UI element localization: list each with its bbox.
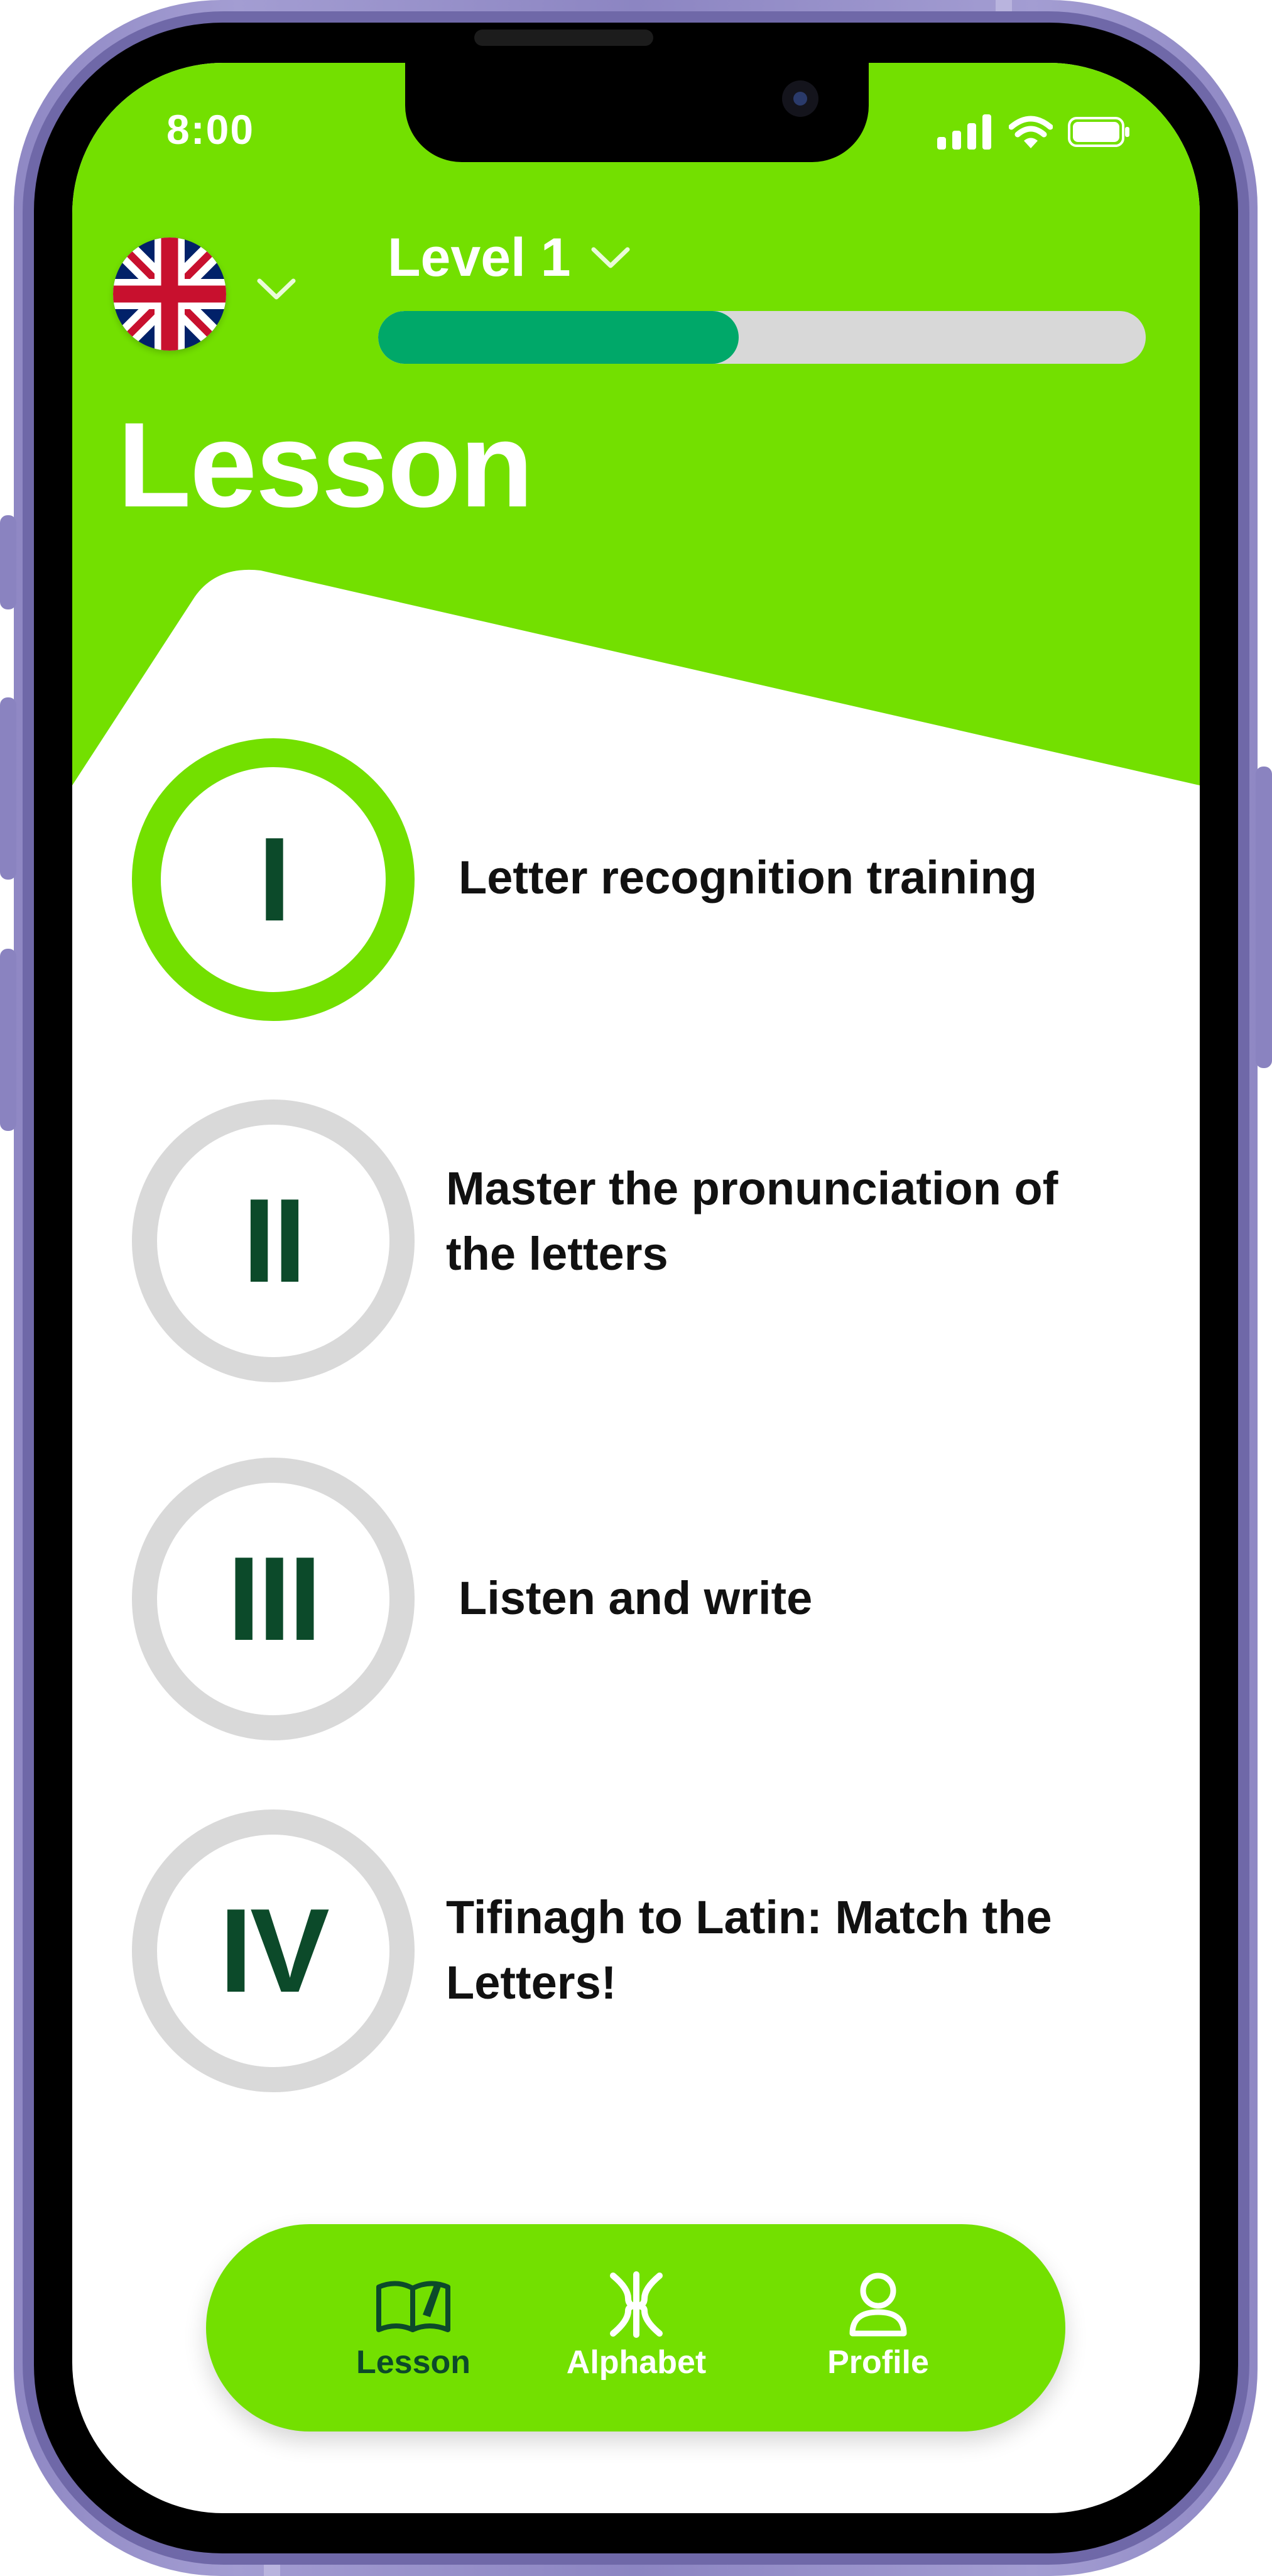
app-screen: 8:00 Level 1 Lesson I Letter recognition…: [72, 63, 1200, 2513]
silent-switch: [0, 515, 16, 609]
nav-label: Lesson: [356, 2344, 471, 2381]
nav-label: Profile: [827, 2344, 929, 2381]
lesson-item-1[interactable]: I Letter recognition training: [132, 738, 1187, 1021]
lesson-numeral: IV: [219, 1884, 330, 2017]
front-camera: [782, 80, 818, 117]
lesson-numeral: II: [242, 1174, 307, 1307]
chevron-down-icon: [591, 247, 630, 268]
lesson-label: Master the pronunciation of the letters: [446, 1162, 1058, 1280]
page-title: Lesson: [117, 397, 533, 532]
earpiece-speaker: [474, 30, 653, 46]
notch: [405, 63, 869, 162]
lesson-badge[interactable]: I: [132, 738, 415, 1021]
lesson-badge[interactable]: II: [132, 1100, 415, 1382]
status-time: 8:00: [166, 106, 255, 153]
nav-item-alphabet[interactable]: Alphabet: [555, 2269, 718, 2381]
nav-item-profile[interactable]: Profile: [796, 2269, 960, 2381]
nav-item-lesson[interactable]: Lesson: [332, 2269, 495, 2381]
lesson-item-4[interactable]: IV Tifinagh to Latin: Match the Letters!: [132, 1809, 1187, 2092]
level-progress-bar: [378, 311, 1146, 364]
level-label: Level 1: [388, 227, 571, 288]
cellular-signal-icon: [937, 114, 991, 150]
volume-up-button: [0, 697, 16, 880]
chevron-down-icon[interactable]: [254, 273, 298, 305]
antenna-band-top: [996, 0, 1012, 11]
power-button: [1256, 767, 1272, 1068]
bottom-navigation: Lesson Alphabet Profile: [206, 2224, 1065, 2431]
lesson-badge[interactable]: IV: [132, 1809, 415, 2092]
nav-label: Alphabet: [566, 2344, 707, 2381]
lesson-item-2[interactable]: II Master the pronunciation of the lette…: [132, 1100, 1187, 1382]
lesson-badge[interactable]: III: [132, 1458, 415, 1740]
lesson-label: Listen and write: [459, 1572, 813, 1624]
level-selector[interactable]: Level 1: [388, 223, 633, 292]
lesson-label: Letter recognition training: [459, 851, 1037, 903]
level-progress-fill: [378, 311, 739, 364]
lesson-item-3[interactable]: III Listen and write: [132, 1458, 1187, 1740]
lesson-label: Tifinagh to Latin: Match the Letters!: [446, 1891, 1052, 2009]
uk-flag-icon: [113, 237, 226, 351]
status-icons: [937, 113, 1131, 151]
lesson-numeral: III: [227, 1532, 322, 1666]
language-flag[interactable]: [113, 237, 226, 351]
battery-icon: [1068, 117, 1129, 147]
volume-down-button: [0, 949, 16, 1131]
open-book-icon: [376, 2281, 450, 2332]
antenna-band-bottom: [264, 2565, 280, 2576]
wifi-icon: [1009, 116, 1053, 148]
user-icon: [849, 2273, 907, 2337]
lesson-numeral: I: [258, 813, 291, 946]
tifinagh-yaz-icon: [610, 2271, 663, 2338]
